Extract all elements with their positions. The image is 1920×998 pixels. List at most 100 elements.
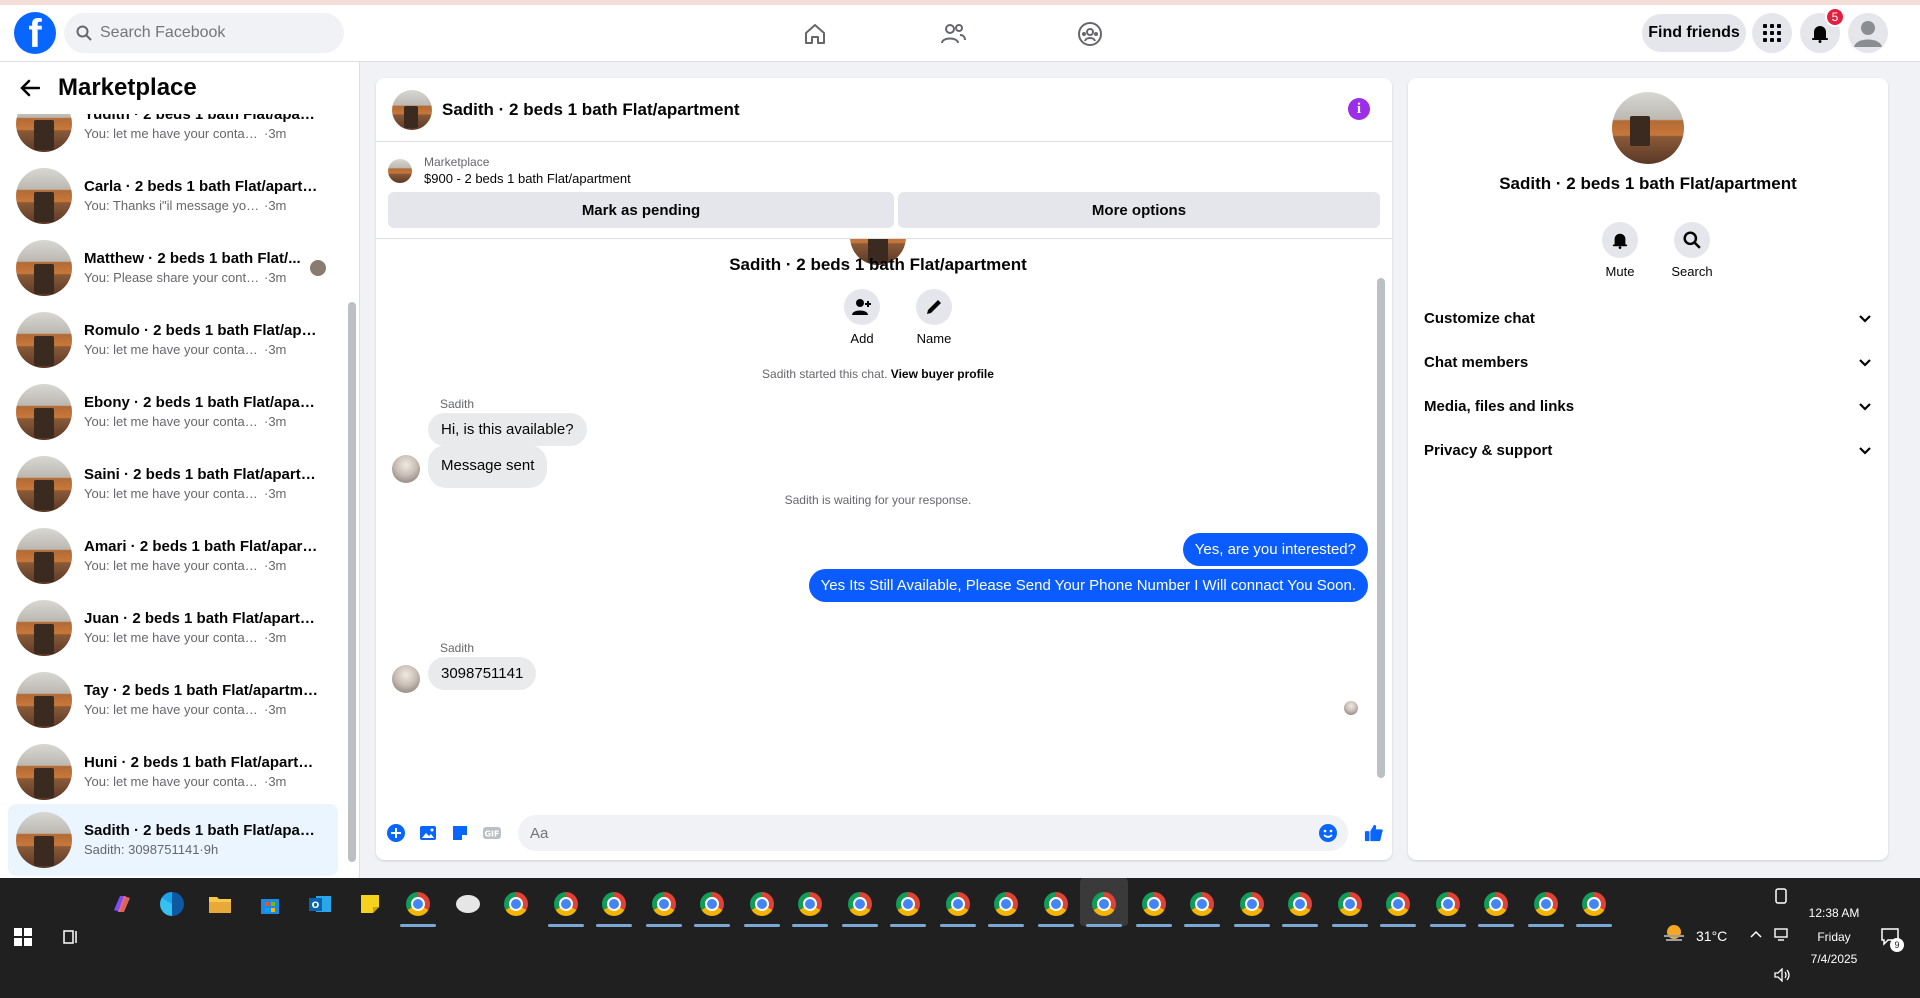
chrome-profile-icon[interactable] — [1038, 890, 1074, 927]
search-input[interactable] — [100, 24, 320, 42]
incoming-message[interactable]: 3098751141 — [428, 657, 537, 690]
message-bubble[interactable]: Hi, is this available? — [428, 413, 587, 446]
chrome-profile-icon[interactable] — [792, 890, 828, 927]
network-icon[interactable] — [1774, 928, 1790, 942]
copilot-icon[interactable] — [108, 890, 136, 918]
chrome-profile-icon[interactable] — [1234, 890, 1270, 927]
microsoft-store-icon[interactable] — [256, 890, 284, 918]
home-icon[interactable] — [798, 17, 832, 51]
conversation-item[interactable]: Tay · 2 beds 1 bath Flat/apartment You: l… — [8, 664, 338, 736]
chrome-profile-icon[interactable] — [548, 890, 584, 927]
incoming-message[interactable]: Hi, is this available? — [428, 413, 587, 446]
gif-icon[interactable]: GIF — [482, 823, 502, 843]
conversation-item[interactable]: Matthew · 2 beds 1 bath Flat/... You: Ple… — [8, 232, 338, 304]
sticky-notes-icon[interactable] — [356, 890, 384, 918]
photo-icon[interactable] — [418, 823, 438, 843]
chat-scrollbar[interactable] — [1377, 278, 1385, 778]
message-bubble[interactable]: 3098751141 — [428, 657, 537, 690]
details-thumbnail[interactable] — [1612, 92, 1684, 164]
emoji-icon[interactable] — [1318, 823, 1338, 843]
chrome-profile-icon[interactable] — [1430, 890, 1466, 927]
groups-icon[interactable] — [1073, 17, 1107, 51]
search-box[interactable] — [64, 13, 344, 53]
sidebar-scrollbar[interactable] — [348, 302, 356, 862]
windows-start-icon[interactable] — [14, 928, 32, 946]
chrome-profile-icon[interactable] — [1136, 890, 1172, 927]
mark-as-pending-button[interactable]: Mark as pending — [388, 192, 894, 228]
mute-action[interactable]: Mute — [1590, 222, 1650, 279]
menu-grid-icon[interactable] — [1752, 13, 1792, 53]
message-bubble[interactable]: Yes, are you interested? — [1182, 533, 1368, 566]
chrome-profile-icon[interactable] — [1576, 890, 1612, 927]
more-options-button[interactable]: More options — [898, 192, 1380, 228]
incoming-message[interactable]: Message sent — [428, 445, 548, 488]
message-bubble[interactable]: Yes Its Still Available, Please Send You… — [808, 569, 1368, 602]
clock-time[interactable]: 12:38 AM — [1806, 906, 1862, 920]
chrome-profile-icon[interactable] — [842, 890, 878, 927]
chrome-profile-icon[interactable] — [596, 890, 632, 927]
conversation-item[interactable]: Romulo · 2 beds 1 bath Flat/apar... You: … — [8, 304, 338, 376]
chrome-icon[interactable] — [502, 890, 530, 918]
conversation-item[interactable]: Huni · 2 beds 1 bath Flat/apartm... You: … — [8, 736, 338, 808]
chrome-profile-icon[interactable] — [1478, 890, 1514, 927]
conversation-item[interactable]: Ebony · 2 beds 1 bath Flat/apart... You: … — [8, 376, 338, 448]
conversation-item[interactable]: Carla · 2 beds 1 bath Flat/apartm... You:… — [8, 160, 338, 232]
bell-icon[interactable] — [1602, 222, 1638, 258]
outgoing-message[interactable]: Yes Its Still Available, Please Send You… — [808, 569, 1368, 602]
chrome-profile-icon[interactable] — [744, 890, 780, 927]
conversation-item[interactable]: Saini · 2 beds 1 bath Flat/apartm... You:… — [8, 448, 338, 520]
outgoing-message[interactable]: Yes, are you interested? — [1182, 533, 1368, 566]
thumbs-up-icon[interactable] — [1364, 823, 1384, 843]
chevron-up-icon[interactable] — [1750, 930, 1762, 938]
clock-date[interactable]: 7/4/2025 — [1806, 952, 1862, 966]
sticker-icon[interactable] — [450, 823, 470, 843]
info-icon[interactable]: i — [1348, 98, 1370, 120]
pencil-icon[interactable] — [916, 289, 952, 325]
app-icon[interactable] — [454, 890, 482, 918]
privacy-support-row[interactable]: Privacy & support — [1424, 430, 1872, 470]
conversation-item[interactable]: Juan · 2 beds 1 bath Flat/apartm... You: … — [8, 592, 338, 664]
search-action[interactable]: Search — [1662, 222, 1722, 279]
task-view-icon[interactable] — [62, 928, 80, 946]
weather-icon[interactable] — [1662, 922, 1688, 944]
listing-summary[interactable]: Marketplace $900 - 2 beds 1 bath Flat/ap… — [388, 154, 631, 188]
temperature-text[interactable]: 31°C — [1696, 928, 1727, 944]
chrome-profile-icon[interactable] — [890, 890, 926, 927]
name-chat-action[interactable]: Name — [904, 289, 964, 346]
find-friends-button[interactable]: Find friends — [1642, 14, 1746, 52]
chrome-profile-icon[interactable] — [694, 890, 730, 927]
customize-chat-row[interactable]: Customize chat — [1424, 298, 1872, 338]
chrome-profile-icon[interactable] — [940, 890, 976, 927]
chat-title[interactable]: Sadith · 2 beds 1 bath Flat/apartment — [442, 100, 740, 120]
chrome-profile-icon[interactable] — [1282, 890, 1318, 927]
conversation-item-active[interactable]: Sadith · 2 beds 1 bath Flat/apart... Sadi… — [8, 804, 338, 876]
media-files-links-row[interactable]: Media, files and links — [1424, 386, 1872, 426]
message-bubble[interactable]: Message sent — [428, 445, 548, 488]
edge-icon[interactable] — [158, 890, 186, 918]
friends-icon[interactable] — [936, 17, 970, 51]
message-input[interactable] — [530, 824, 1290, 842]
sender-avatar[interactable] — [392, 665, 420, 693]
view-buyer-profile-link[interactable]: View buyer profile — [891, 367, 994, 381]
chrome-profile-icon[interactable] — [988, 890, 1024, 927]
phone-link-icon[interactable] — [1774, 888, 1788, 904]
back-arrow-icon[interactable] — [20, 79, 40, 97]
clock-day[interactable]: Friday — [1806, 930, 1862, 944]
chrome-profile-icon[interactable] — [1184, 890, 1220, 927]
chrome-profile-icon[interactable] — [1528, 890, 1564, 927]
chat-thumbnail[interactable] — [392, 89, 432, 130]
sender-avatar[interactable] — [392, 455, 420, 483]
chat-members-row[interactable]: Chat members — [1424, 342, 1872, 382]
facebook-logo-icon[interactable]: f — [14, 12, 56, 54]
volume-icon[interactable] — [1774, 968, 1792, 982]
chrome-profile-icon-active[interactable] — [1080, 878, 1128, 927]
chrome-profile-icon[interactable] — [646, 890, 682, 927]
chrome-profile-icon[interactable] — [1380, 890, 1416, 927]
add-person-icon[interactable] — [844, 289, 880, 325]
plus-circle-icon[interactable] — [386, 823, 406, 843]
message-input-box[interactable] — [518, 815, 1348, 851]
outlook-icon[interactable]: O — [306, 890, 334, 918]
account-avatar-icon[interactable] — [1848, 13, 1888, 53]
add-people-action[interactable]: Add — [832, 289, 892, 346]
chrome-profile-icon[interactable] — [1332, 890, 1368, 927]
